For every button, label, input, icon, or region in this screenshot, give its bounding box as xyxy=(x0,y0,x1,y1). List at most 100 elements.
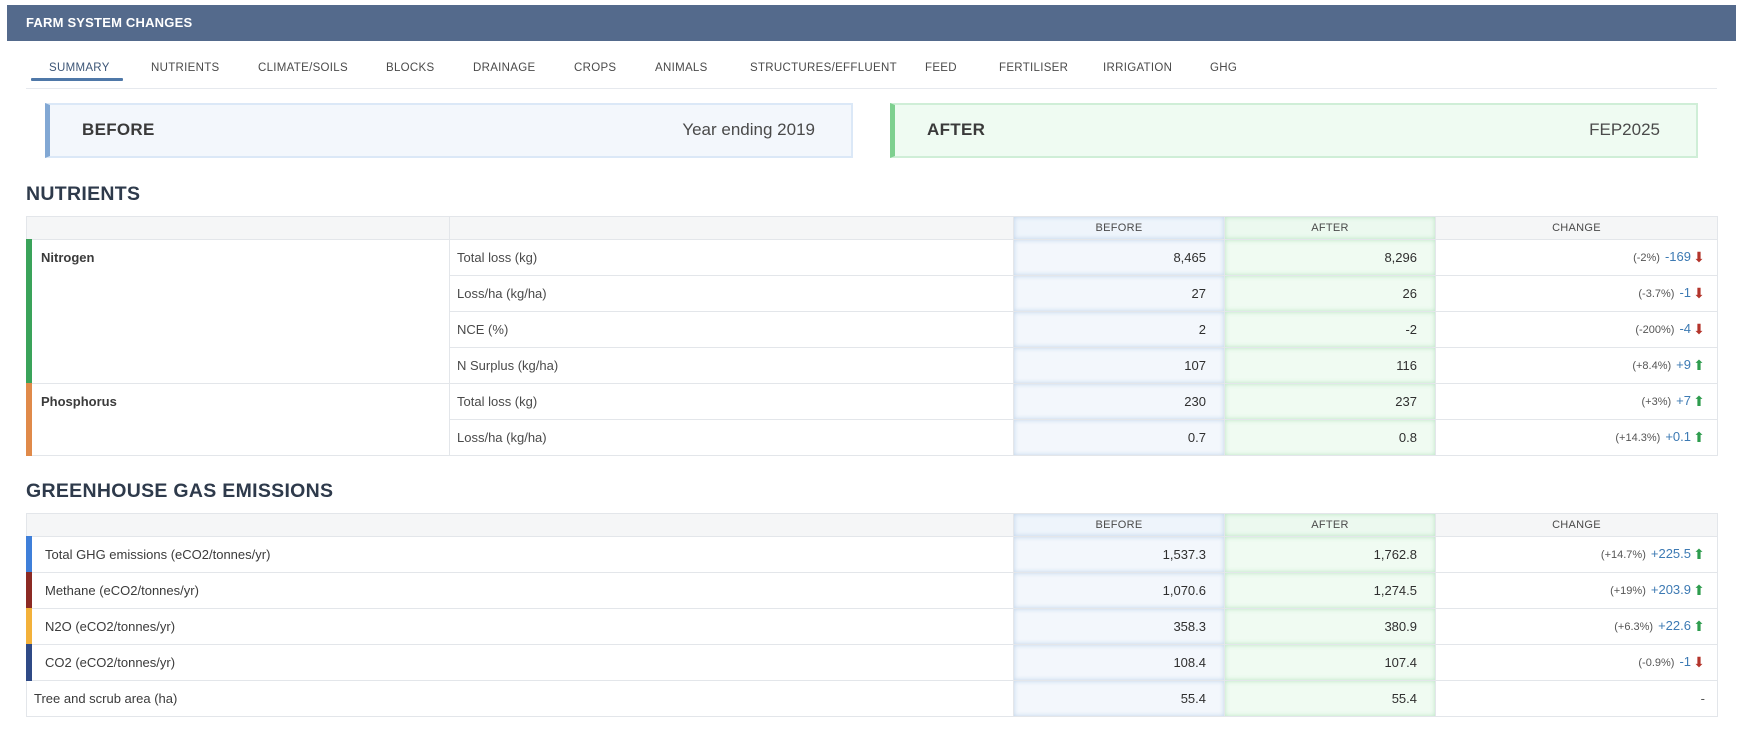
emission-label: N2O (eCO2/tonnes/yr) xyxy=(26,608,1014,645)
tab-animals[interactable]: ANIMALS xyxy=(655,62,708,74)
after-value: -2 xyxy=(1224,311,1436,348)
tab-blocks[interactable]: BLOCKS xyxy=(386,62,434,74)
before-label: BEFORE xyxy=(82,120,155,139)
before-period-card: BEFORE Year ending 2019 xyxy=(45,103,853,158)
arrow-up-icon: ⬆ xyxy=(1693,546,1705,562)
before-value: 27 xyxy=(1013,275,1225,312)
change-delta: +0.1 xyxy=(1665,429,1691,444)
page-header: FARM SYSTEM CHANGES xyxy=(7,5,1736,41)
change-delta: +22.6 xyxy=(1658,618,1691,633)
change-percent: (+3%) xyxy=(1641,396,1672,408)
nutrients-section-title: NUTRIENTS xyxy=(26,183,141,205)
table-row: Methane (eCO2/tonnes/yr) 1,070.6 1,274.5 (+… xyxy=(26,572,1718,609)
change-delta: -169 xyxy=(1664,249,1691,264)
nutrients-header-row: BEFORE AFTER CHANGE xyxy=(26,216,1718,240)
nutrients-table: BEFORE AFTER CHANGE Nitrogen Total loss (… xyxy=(26,216,1718,456)
emission-name: N2O (eCO2/tonnes/yr) xyxy=(45,619,176,634)
change-cell: - xyxy=(1435,680,1718,717)
change-delta: -1 xyxy=(1679,285,1691,300)
before-value: 108.4 xyxy=(1013,644,1225,681)
before-value: 55.4 xyxy=(1013,680,1225,717)
table-row: CO2 (eCO2/tonnes/yr) 108.4 107.4 (-0.9%) -1 ⬇ xyxy=(26,644,1718,681)
emission-label: Methane (eCO2/tonnes/yr) xyxy=(26,572,1014,609)
tab-ghg[interactable]: GHG xyxy=(1210,62,1237,74)
emission-color-bar xyxy=(26,536,32,573)
nutrient-group-cell: Nitrogen xyxy=(26,239,450,384)
after-value: 380.9 xyxy=(1224,608,1436,645)
arrow-down-icon: ⬇ xyxy=(1693,654,1705,670)
arrow-down-icon: ⬇ xyxy=(1693,249,1705,265)
change-percent: (-0.9%) xyxy=(1638,657,1675,669)
page-title: FARM SYSTEM CHANGES xyxy=(26,15,193,30)
arrow-up-icon: ⬆ xyxy=(1693,618,1705,634)
arrow-down-icon: ⬇ xyxy=(1693,285,1705,301)
tab-bar: SUMMARY NUTRIENTS CLIMATE/SOILS BLOCKS D… xyxy=(26,48,1717,89)
change-percent: (+19%) xyxy=(1610,585,1646,597)
change-percent: (-3.7%) xyxy=(1638,288,1675,300)
after-value: 1,762.8 xyxy=(1224,536,1436,573)
change-percent: (+14.3%) xyxy=(1615,432,1661,444)
ghg-section-title: GREENHOUSE GAS EMISSIONS xyxy=(26,480,334,502)
nutrient-group-label: Phosphorus xyxy=(41,394,117,409)
ghg-table: BEFORE AFTER CHANGE Total GHG emissions … xyxy=(26,513,1718,717)
tab-crops[interactable]: CROPS xyxy=(574,62,616,74)
tab-summary[interactable]: SUMMARY xyxy=(49,62,110,74)
ghg-header-row: BEFORE AFTER CHANGE xyxy=(26,513,1718,537)
tab-structures-effluent[interactable]: STRUCTURES/EFFLUENT xyxy=(750,62,897,74)
tab-climate-soils[interactable]: CLIMATE/SOILS xyxy=(258,62,348,74)
before-value: 1,537.3 xyxy=(1013,536,1225,573)
change-percent: (+6.3%) xyxy=(1614,621,1654,633)
arrow-up-icon: ⬆ xyxy=(1693,357,1705,373)
change-percent: (-200%) xyxy=(1635,324,1675,336)
after-value: 237 xyxy=(1224,383,1436,420)
emission-color-bar xyxy=(26,572,32,609)
before-value: 0.7 xyxy=(1013,419,1225,456)
metric-label: Loss/ha (kg/ha) xyxy=(449,275,1014,312)
after-value: 26 xyxy=(1224,275,1436,312)
after-value: 1,274.5 xyxy=(1224,572,1436,609)
emission-color-bar xyxy=(26,608,32,645)
tab-nutrients[interactable]: NUTRIENTS xyxy=(151,62,220,74)
change-cell: (+14.3%) +0.1 ⬆ xyxy=(1435,419,1718,456)
group-column-header xyxy=(26,216,450,240)
group-color-bar xyxy=(26,239,32,384)
change-cell: (+14.7%) +225.5 ⬆ xyxy=(1435,536,1718,573)
after-value: 107.4 xyxy=(1224,644,1436,681)
active-tab-indicator xyxy=(31,78,123,81)
after-period-value: FEP2025 xyxy=(1589,120,1660,139)
arrow-up-icon: ⬆ xyxy=(1693,429,1705,445)
tab-fertiliser[interactable]: FERTILISER xyxy=(999,62,1068,74)
change-delta: +9 xyxy=(1676,357,1691,372)
change-cell: (+8.4%) +9 ⬆ xyxy=(1435,347,1718,384)
after-value: 0.8 xyxy=(1224,419,1436,456)
emission-color-bar xyxy=(26,644,32,681)
after-value: 55.4 xyxy=(1224,680,1436,717)
change-percent: (+8.4%) xyxy=(1632,360,1672,372)
after-value: 8,296 xyxy=(1224,239,1436,276)
emission-label: Total GHG emissions (eCO2/tonnes/yr) xyxy=(26,536,1014,573)
tab-drainage[interactable]: DRAINAGE xyxy=(473,62,535,74)
change-cell: (-0.9%) -1 ⬇ xyxy=(1435,644,1718,681)
metric-label: NCE (%) xyxy=(449,311,1014,348)
before-column-header: BEFORE xyxy=(1013,216,1225,240)
change-cell: (-2%) -169 ⬇ xyxy=(1435,239,1718,276)
tab-feed[interactable]: FEED xyxy=(925,62,957,74)
change-column-header: CHANGE xyxy=(1435,216,1718,240)
tab-irrigation[interactable]: IRRIGATION xyxy=(1103,62,1172,74)
emission-name: Methane (eCO2/tonnes/yr) xyxy=(45,583,199,598)
table-row: Tree and scrub area (ha) 55.4 55.4- xyxy=(26,680,1718,717)
before-period-value: Year ending 2019 xyxy=(682,120,815,139)
change-delta: +7 xyxy=(1676,393,1691,408)
change-delta: -4 xyxy=(1679,321,1691,336)
before-value: 230 xyxy=(1013,383,1225,420)
metric-label: Total loss (kg) xyxy=(449,239,1014,276)
change-delta: +203.9 xyxy=(1650,582,1691,597)
change-cell: (+3%) +7 ⬆ xyxy=(1435,383,1718,420)
table-row: Total GHG emissions (eCO2/tonnes/yr) 1,53… xyxy=(26,536,1718,573)
change-cell: (-200%) -4 ⬇ xyxy=(1435,311,1718,348)
change-percent: (+14.7%) xyxy=(1600,549,1646,561)
table-row: Phosphorus Total loss (kg) 230 237 (+3%) +7 ⬆ xyxy=(26,383,1718,456)
emission-name: Total GHG emissions (eCO2/tonnes/yr) xyxy=(45,547,271,562)
after-value: 116 xyxy=(1224,347,1436,384)
table-row: Nitrogen Total loss (kg) 8,465 8,296 (-2%) -1… xyxy=(26,239,1718,384)
